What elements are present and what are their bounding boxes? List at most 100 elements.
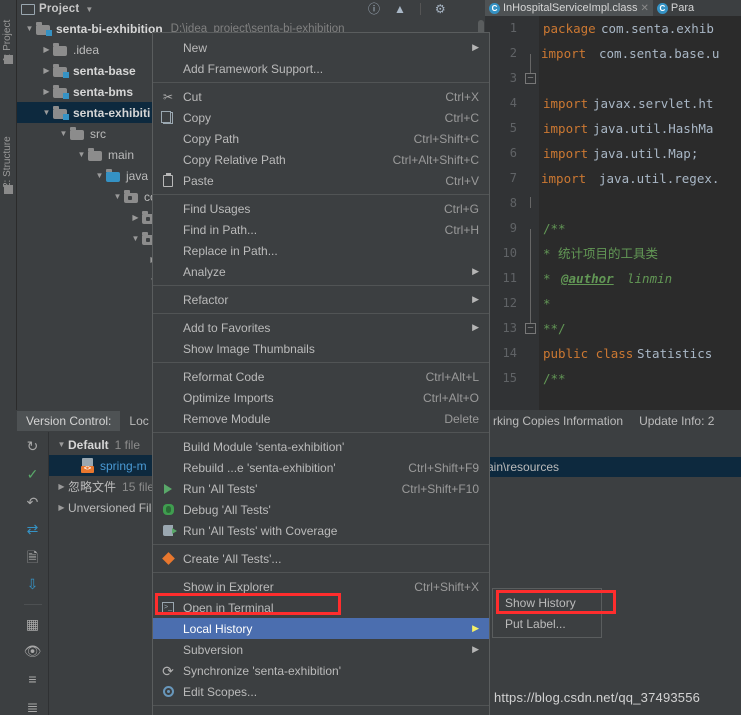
menu-item-copy-relative-path[interactable]: Copy Relative Path Ctrl+Alt+Shift+C [153,149,489,170]
code-token: Statistics [637,346,713,361]
menu-item-label: Create 'All Tests'... [183,551,282,566]
menu-item-subversion[interactable]: Subversion ▶ [153,639,489,660]
menu-item-analyze[interactable]: Analyze ▶ [153,261,489,282]
fold-collapse-icon[interactable]: – [525,73,536,84]
chevron-down-icon[interactable]: ▼ [85,5,93,14]
menu-item-reformat-code[interactable]: Reformat Code Ctrl+Alt+L [153,366,489,387]
menu-item-refactor[interactable]: Refactor ▶ [153,289,489,310]
menu-item-find-in-path[interactable]: Find in Path... Ctrl+H [153,219,489,240]
editor-tab-para[interactable]: C Para [653,0,698,16]
changed-file-name: spring-m [100,458,147,473]
menu-item-accelerator: Ctrl+H [444,222,479,237]
code-token: /** [543,371,566,386]
menu-item-cut[interactable]: Cut Ctrl+X [153,86,489,107]
group-icon[interactable]: ▦ [24,616,42,633]
twisty-expanded-icon[interactable]: ▼ [23,24,36,33]
menu-item-run-with-coverage[interactable]: Run 'All Tests' with Coverage [153,520,489,541]
menu-item-create-all-tests[interactable]: Create 'All Tests'... [153,548,489,569]
info-icon[interactable]: ⓘ [368,3,380,15]
menu-item-directory-path[interactable]: Directory Path Ctrl+Alt+F12 [153,709,489,715]
menu-item-remove-module[interactable]: Remove Module Delete [153,408,489,429]
editor-tab-inhospitalserviceimpl[interactable]: C InHospitalServiceImpl.class ✕ [485,0,653,16]
code-editor[interactable]: 1 package com.senta.exhib 2 – import com… [485,16,741,410]
submenu-item-show-history[interactable]: Show History [493,592,601,613]
twisty-collapsed-icon[interactable]: ▶ [40,66,53,75]
collapse-all-icon[interactable]: ≣ [24,698,42,715]
menu-item-label: Replace in Path... [183,243,278,258]
menu-item-paste[interactable]: Paste Ctrl+V [153,170,489,191]
expand-all-icon[interactable]: ≡ [24,671,42,688]
twisty-collapsed-icon[interactable]: ▶ [40,45,53,54]
menu-item-show-image-thumbnails[interactable]: Show Image Thumbnails [153,338,489,359]
toolwindow-tab-structure[interactable]: 2: Structure [2,128,18,188]
menu-separator [153,432,489,433]
menu-item-open-in-terminal[interactable]: >_ Open in Terminal [153,597,489,618]
code-token: **/ [543,321,566,336]
twisty-expanded-icon[interactable]: ▼ [129,234,142,243]
code-token: import [541,46,587,61]
menu-item-edit-scopes[interactable]: Edit Scopes... [153,681,489,702]
twisty-collapsed-icon[interactable]: ▶ [40,87,53,96]
menu-item-show-in-explorer[interactable]: Show in Explorer Ctrl+Shift+X [153,576,489,597]
menu-separator [153,362,489,363]
code-token: import [543,146,589,161]
menu-item-local-history[interactable]: Local History ▶ [153,618,489,639]
menu-item-copy[interactable]: Copy Ctrl+C [153,107,489,128]
menu-item-find-usages[interactable]: Find Usages Ctrl+G [153,198,489,219]
preview-eye-icon[interactable]: 👁 [24,643,42,660]
menu-item-copy-path[interactable]: Copy Path Ctrl+Shift+C [153,128,489,149]
code-token: java.util.HashMa [593,121,714,136]
local-history-submenu[interactable]: Show History Put Label... [492,588,602,638]
twisty-expanded-icon[interactable]: ▼ [93,171,106,180]
toolwindow-tab-project[interactable]: 1: Project [2,2,18,62]
menu-item-new[interactable]: New ▶ [153,37,489,58]
close-icon[interactable]: ✕ [641,3,649,14]
module-folder-icon [53,85,69,99]
watermark-text: https://blog.csdn.net/qq_37493556 [494,690,701,705]
gear-icon[interactable]: ⚙ [435,3,446,15]
context-menu[interactable]: New ▶ Add Framework Support... Cut Ctrl+… [152,32,490,715]
menu-item-add-framework-support[interactable]: Add Framework Support... [153,58,489,79]
revert-icon[interactable]: ↶ [24,493,42,510]
submenu-item-put-label[interactable]: Put Label... [493,613,601,634]
menu-item-add-to-favorites[interactable]: Add to Favorites ▶ [153,317,489,338]
toolbar-divider [419,3,421,15]
sync-icon [160,663,176,679]
menu-item-label: Build Module 'senta-exhibition' [183,439,345,454]
version-control-tab-label[interactable]: Version Control: [17,411,121,431]
svn-selected-path-row[interactable]: ain\resources [485,457,741,477]
editor-tab-label: Para [670,2,695,14]
twisty-expanded-icon[interactable]: ▼ [57,129,70,138]
svn-tab-working-copies[interactable]: rking Copies Information [485,411,631,431]
svn-tab-update-info[interactable]: Update Info: 2 [631,411,722,431]
twisty-expanded-icon[interactable]: ▼ [55,440,68,449]
comment-icon[interactable]: 🗎 [24,548,42,565]
menu-item-synchronize[interactable]: Synchronize 'senta-exhibition' [153,660,489,681]
twisty-collapsed-icon[interactable]: ▶ [55,482,68,491]
collapse-up-icon[interactable]: ▲ [394,3,406,15]
shelve-icon[interactable]: ⇄ [24,521,42,538]
module-folder-icon [53,64,69,78]
twisty-collapsed-icon[interactable]: ▶ [129,213,142,222]
commit-check-icon[interactable]: ✓ [24,466,42,483]
twisty-expanded-icon[interactable]: ▼ [75,150,88,159]
fold-collapse-icon[interactable]: – [525,323,536,334]
menu-item-run-all-tests[interactable]: Run 'All Tests' Ctrl+Shift+F10 [153,478,489,499]
menu-item-optimize-imports[interactable]: Optimize Imports Ctrl+Alt+O [153,387,489,408]
update-icon[interactable]: ⇩ [24,576,42,593]
scope-icon [160,684,176,700]
twisty-expanded-icon[interactable]: ▼ [111,192,124,201]
menu-item-rebuild-module[interactable]: Rebuild ...e 'senta-exhibition' Ctrl+Shi… [153,457,489,478]
menu-item-label: Open in Terminal [183,600,274,615]
menu-item-build-module[interactable]: Build Module 'senta-exhibition' [153,436,489,457]
editor-pane: C InHospitalServiceImpl.class ✕ C Para 1… [485,0,741,410]
menu-item-accelerator: Ctrl+Shift+X [414,579,479,594]
refresh-icon[interactable]: ↻ [24,438,42,455]
twisty-expanded-icon[interactable]: ▼ [40,108,53,117]
menu-item-replace-in-path[interactable]: Replace in Path... [153,240,489,261]
twisty-collapsed-icon[interactable]: ▶ [55,503,68,512]
menu-item-debug-all-tests[interactable]: Debug 'All Tests' [153,499,489,520]
menu-separator [153,82,489,83]
paste-icon [160,172,176,189]
toolwindow-tab-project-marker [4,55,13,64]
